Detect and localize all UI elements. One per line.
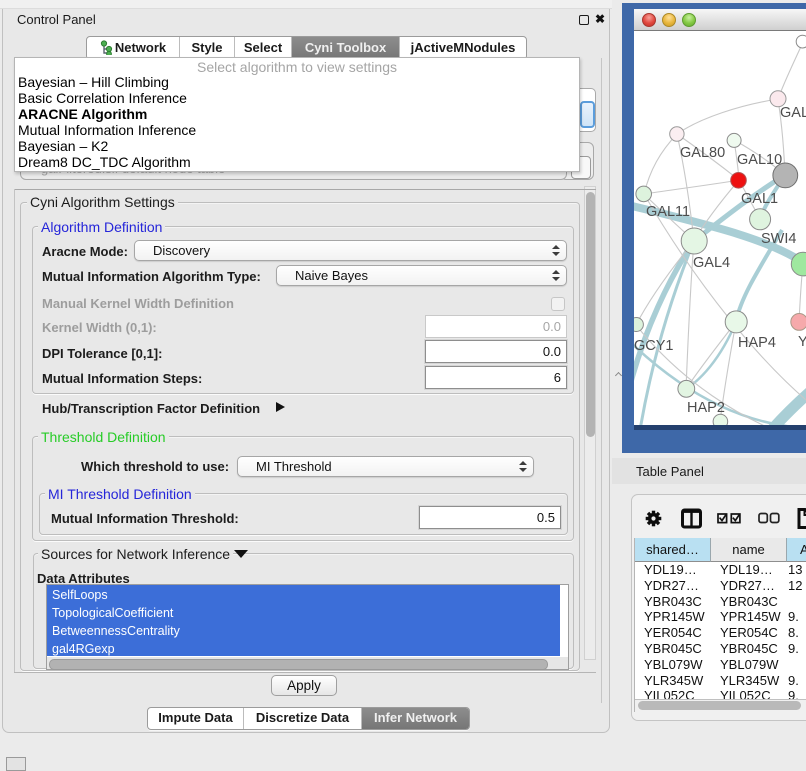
svg-text:GAL11: GAL11 xyxy=(646,204,690,220)
svg-text:GCY1: GCY1 xyxy=(634,338,674,354)
svg-text:GAL10: GAL10 xyxy=(737,152,782,168)
svg-text:GAL1: GAL1 xyxy=(741,191,778,207)
svg-text:SWI4: SWI4 xyxy=(761,231,796,247)
svg-text:Y: Y xyxy=(798,334,806,350)
svg-text:GAL80: GAL80 xyxy=(680,145,725,161)
svg-text:HAP4: HAP4 xyxy=(738,335,776,351)
svg-text:GAL: GAL xyxy=(780,105,806,121)
svg-text:GAL4: GAL4 xyxy=(693,255,730,271)
svg-text:HAP2: HAP2 xyxy=(687,400,725,416)
